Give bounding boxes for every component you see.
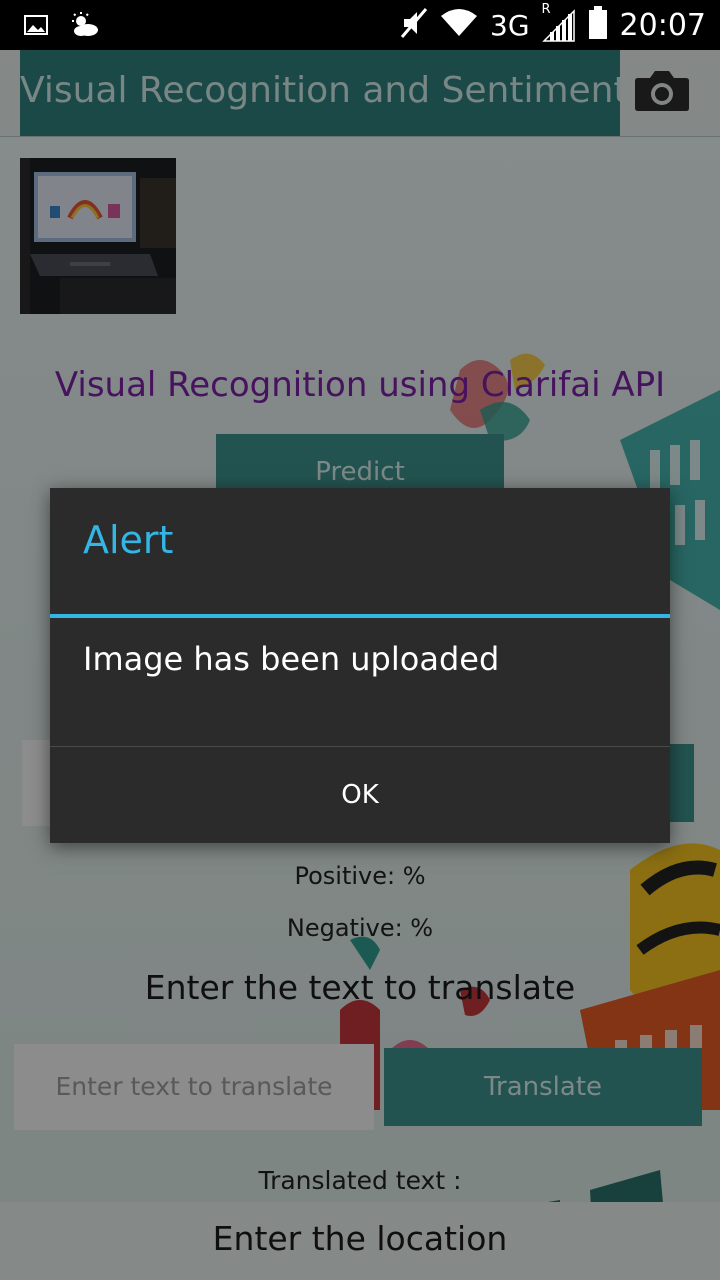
alert-dialog: Alert Image has been uploaded OK: [50, 488, 670, 843]
network-type: 3G: [490, 8, 530, 42]
weather-icon: [70, 12, 100, 42]
dialog-title-divider: [50, 614, 670, 618]
mute-icon: [400, 7, 428, 43]
roaming-indicator: R: [541, 2, 551, 17]
gallery-icon: [24, 13, 48, 41]
signal-icon: R: [542, 2, 576, 42]
status-bar: 3G R 20:07: [0, 0, 720, 50]
ok-button[interactable]: OK: [50, 747, 670, 843]
battery-icon: [588, 6, 608, 44]
dialog-message: Image has been uploaded: [83, 640, 500, 678]
dialog-title: Alert: [83, 518, 174, 562]
clock: 20:07: [619, 7, 706, 43]
wifi-icon: [440, 8, 478, 42]
